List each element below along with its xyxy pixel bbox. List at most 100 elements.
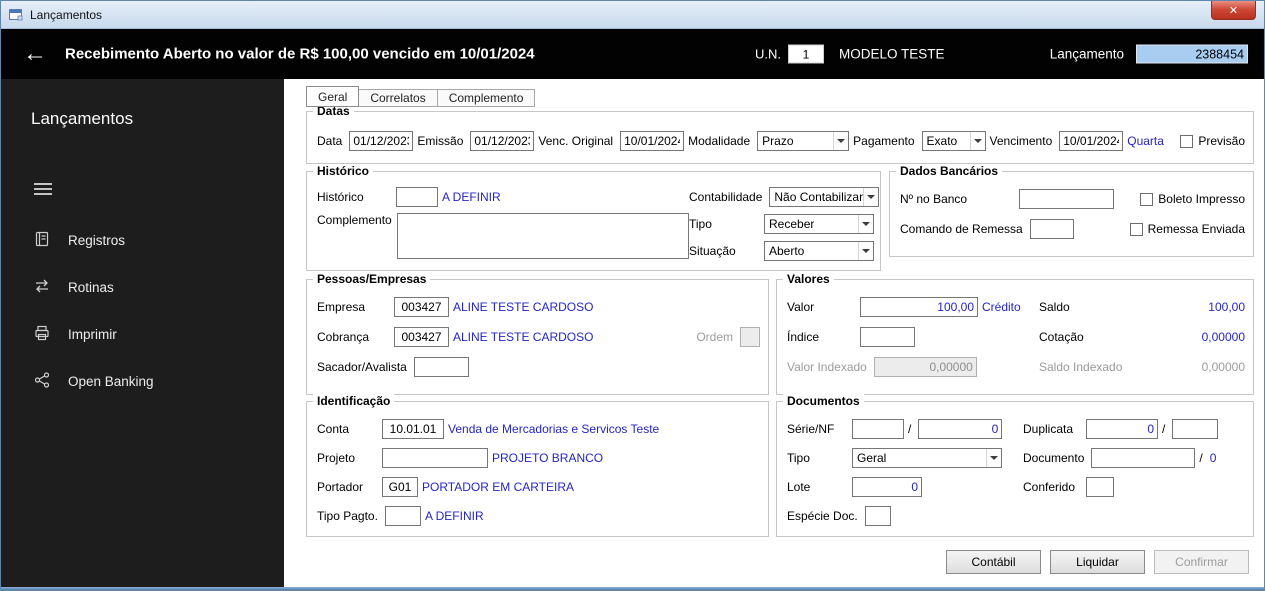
share-icon	[33, 371, 51, 392]
tipo-select[interactable]: Receber	[764, 214, 874, 234]
especie-doc-label: Espécie Doc.	[787, 509, 858, 523]
lote-input[interactable]	[852, 477, 922, 497]
printer-icon	[33, 324, 51, 345]
sidebar-item-imprimir[interactable]: Imprimir	[1, 311, 284, 358]
conferido-input[interactable]	[1086, 477, 1114, 497]
valor-input[interactable]	[860, 297, 978, 317]
sacador-row: Sacador/Avalista	[317, 356, 760, 378]
indice-input[interactable]	[860, 327, 915, 347]
complemento-label: Complemento	[317, 213, 392, 227]
window-title: Lançamentos	[30, 7, 103, 22]
documento-separator: /	[1199, 451, 1203, 465]
confirmar-button[interactable]: Confirmar	[1154, 550, 1249, 574]
contabilidade-select[interactable]: Não Contabilizar	[769, 187, 880, 207]
complemento-textarea[interactable]	[397, 213, 689, 259]
duplicata-input[interactable]	[1086, 419, 1158, 439]
sidebar: Lançamentos Registros Rotinas Imprimir O…	[1, 79, 284, 587]
group-pessoas-empresas: Pessoas/Empresas Empresa ALINE TESTE CAR…	[306, 272, 769, 395]
venc-original-label: Venc. Original	[538, 134, 614, 148]
boleto-impresso-label: Boleto Impresso	[1158, 192, 1245, 206]
valor-label: Valor	[787, 300, 815, 314]
comando-remessa-input[interactable]	[1029, 219, 1074, 239]
sidebar-item-registros[interactable]: Registros	[1, 217, 284, 264]
especie-doc-input[interactable]	[864, 506, 891, 526]
remessa-enviada-checkbox[interactable]: Remessa Enviada	[1129, 222, 1245, 236]
tipo-doc-select[interactable]: Geral	[852, 448, 1002, 468]
tab-geral[interactable]: Geral	[306, 86, 360, 107]
group-title-historico: Histórico	[313, 164, 374, 178]
situacao-row: Situação Aberto	[689, 240, 879, 262]
vencimento-input[interactable]	[1059, 131, 1124, 151]
cotacao-value: 0,00000	[1201, 330, 1245, 344]
sidebar-item-rotinas[interactable]: Rotinas	[1, 264, 284, 311]
datas-row: Data Emissão Venc. Original Modalidade P…	[317, 130, 1245, 152]
pagamento-select[interactable]: Exato	[921, 131, 986, 151]
checkbox-box	[1180, 134, 1194, 148]
situacao-value: Aberto	[769, 244, 805, 258]
pagamento-label: Pagamento	[853, 134, 915, 148]
venc-original-input[interactable]	[620, 131, 685, 151]
contabilidade-row: Contabilidade Não Contabilizar	[689, 186, 880, 208]
group-title-pessoas: Pessoas/Empresas	[313, 272, 431, 286]
group-valores: Valores Valor Crédito Saldo 100,00 Índ	[776, 272, 1254, 395]
group-identificacao: Identificação Conta Venda de Mercadorias…	[306, 394, 769, 537]
group-title-dados-bancarios: Dados Bancários	[896, 164, 1003, 178]
group-documentos: Documentos Série/NF / Duplicata /	[776, 394, 1254, 537]
duplicata-label: Duplicata	[1023, 422, 1074, 436]
valor-row: Valor Crédito Saldo 100,00	[787, 296, 1245, 318]
empresa-code-input[interactable]	[394, 297, 449, 317]
projeto-code-input[interactable]	[382, 448, 488, 468]
lote-row: Lote Conferido	[787, 476, 1245, 498]
un-input[interactable]	[788, 44, 824, 64]
header-title: Recebimento Aberto no valor de R$ 100,00…	[65, 45, 535, 63]
tipo-pagto-code-input[interactable]	[384, 506, 421, 526]
serie-input[interactable]	[852, 419, 904, 439]
tipo-value: Receber	[769, 217, 815, 231]
chevron-down-icon	[986, 449, 1001, 467]
tab-complemento[interactable]: Complemento	[436, 89, 536, 107]
serie-separator: /	[908, 422, 912, 436]
empresa-name: ALINE TESTE CARDOSO	[453, 300, 594, 314]
emissao-input[interactable]	[470, 131, 535, 151]
close-button[interactable]: ✕	[1211, 1, 1256, 20]
n-banco-input[interactable]	[1019, 189, 1114, 209]
contabilidade-value: Não Contabilizar	[774, 190, 864, 204]
sidebar-item-label: Registros	[68, 233, 126, 248]
tab-correlatos[interactable]: Correlatos	[358, 89, 438, 107]
modalidade-select[interactable]: Prazo	[757, 131, 850, 151]
contabil-button[interactable]: Contábil	[946, 550, 1041, 574]
indice-row: Índice Cotação 0,00000	[787, 326, 1245, 348]
liquidar-button[interactable]: Liquidar	[1050, 550, 1145, 574]
tab-strip: Geral Correlatos Complemento	[306, 86, 536, 107]
group-title-valores: Valores	[783, 272, 834, 286]
conta-code-input[interactable]	[382, 419, 444, 439]
pagamento-value: Exato	[926, 134, 958, 148]
back-button[interactable]: ←	[23, 42, 47, 66]
empresa-label: Empresa	[317, 300, 366, 314]
situacao-select[interactable]: Aberto	[764, 241, 874, 261]
cobranca-code-input[interactable]	[394, 327, 449, 347]
documento-label: Documento	[1023, 451, 1085, 465]
hamburger-menu-icon[interactable]	[34, 183, 52, 195]
boleto-impresso-checkbox[interactable]: Boleto Impresso	[1140, 192, 1245, 206]
ledger-icon	[33, 230, 51, 251]
duplicata2-input[interactable]	[1172, 419, 1219, 439]
sacador-avalista-input[interactable]	[413, 357, 469, 377]
sidebar-item-open-banking[interactable]: Open Banking	[1, 358, 284, 405]
valor-moeda-label: Crédito	[982, 300, 1021, 314]
complemento-row: Complemento	[317, 213, 689, 259]
documento-input[interactable]	[1091, 448, 1196, 468]
portador-code-input[interactable]	[382, 477, 418, 497]
data-input[interactable]	[349, 131, 414, 151]
nf-input[interactable]	[918, 419, 1003, 439]
tipo-pagto-row: Tipo Pagto. A DEFINIR	[317, 505, 760, 527]
previsao-checkbox[interactable]: Previsão	[1180, 134, 1245, 148]
historico-code-input[interactable]	[396, 187, 438, 207]
tipo-row: Tipo Receber	[689, 213, 879, 235]
indexado-row: Valor Indexado Saldo Indexado 0,00000	[787, 356, 1245, 378]
lote-label: Lote	[787, 480, 811, 494]
group-title-identificacao: Identificação	[313, 394, 395, 408]
lancamento-input[interactable]	[1136, 44, 1248, 64]
sidebar-menu: Registros Rotinas Imprimir Open Banking	[1, 217, 284, 405]
portador-row: Portador PORTADOR EM CARTEIRA	[317, 476, 760, 498]
